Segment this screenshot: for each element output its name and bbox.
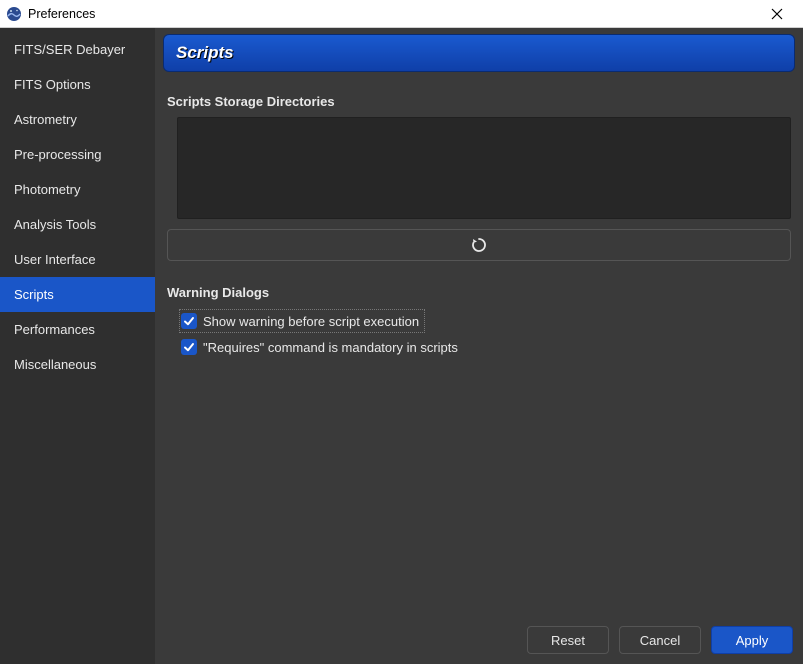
sidebar-item-label: Miscellaneous [14, 357, 96, 372]
titlebar: Preferences [0, 0, 803, 28]
body: FITS/SER Debayer FITS Options Astrometry… [0, 28, 803, 664]
checkbox-label: Show warning before script execution [203, 314, 419, 329]
main-panel: Scripts Scripts Storage Directories Warn… [155, 28, 803, 664]
button-label: Reset [551, 633, 585, 648]
app-icon [6, 6, 22, 22]
window-title: Preferences [28, 7, 757, 21]
storage-section-label: Scripts Storage Directories [167, 94, 795, 109]
sidebar-item-user-interface[interactable]: User Interface [0, 242, 155, 277]
sidebar-item-label: User Interface [14, 252, 96, 267]
apply-button[interactable]: Apply [711, 626, 793, 654]
sidebar-item-label: Pre-processing [14, 147, 101, 162]
checkbox-warn-before-exec[interactable] [181, 313, 197, 329]
sidebar-item-photometry[interactable]: Photometry [0, 172, 155, 207]
checkbox-requires-mandatory[interactable] [181, 339, 197, 355]
sidebar-item-miscellaneous[interactable]: Miscellaneous [0, 347, 155, 382]
sidebar-item-fits-options[interactable]: FITS Options [0, 67, 155, 102]
checkmark-icon [183, 341, 195, 353]
button-label: Apply [736, 633, 769, 648]
sidebar: FITS/SER Debayer FITS Options Astrometry… [0, 28, 155, 664]
cancel-button[interactable]: Cancel [619, 626, 701, 654]
sidebar-item-analysis-tools[interactable]: Analysis Tools [0, 207, 155, 242]
sidebar-item-label: FITS Options [14, 77, 91, 92]
sidebar-item-scripts[interactable]: Scripts [0, 277, 155, 312]
sidebar-item-label: Astrometry [14, 112, 77, 127]
sidebar-item-label: Scripts [14, 287, 54, 302]
page-title: Scripts [163, 34, 795, 72]
close-icon [771, 8, 783, 20]
warning-section-label: Warning Dialogs [167, 285, 795, 300]
scripts-directories-list[interactable] [177, 117, 791, 219]
footer-buttons: Reset Cancel Apply [527, 626, 793, 654]
check-row-requires-mandatory[interactable]: "Requires" command is mandatory in scrip… [181, 337, 795, 357]
sidebar-item-fits-ser-debayer[interactable]: FITS/SER Debayer [0, 32, 155, 67]
sidebar-item-astrometry[interactable]: Astrometry [0, 102, 155, 137]
sidebar-item-pre-processing[interactable]: Pre-processing [0, 137, 155, 172]
refresh-icon [470, 236, 488, 254]
check-row-warn-before-exec[interactable]: Show warning before script execution [181, 311, 423, 331]
close-button[interactable] [757, 0, 797, 28]
checkmark-icon [183, 315, 195, 327]
reset-button[interactable]: Reset [527, 626, 609, 654]
refresh-button[interactable] [167, 229, 791, 261]
sidebar-item-label: FITS/SER Debayer [14, 42, 125, 57]
sidebar-item-label: Photometry [14, 182, 80, 197]
button-label: Cancel [640, 633, 680, 648]
sidebar-item-label: Performances [14, 322, 95, 337]
checkbox-label: "Requires" command is mandatory in scrip… [203, 340, 458, 355]
sidebar-item-performances[interactable]: Performances [0, 312, 155, 347]
sidebar-item-label: Analysis Tools [14, 217, 96, 232]
